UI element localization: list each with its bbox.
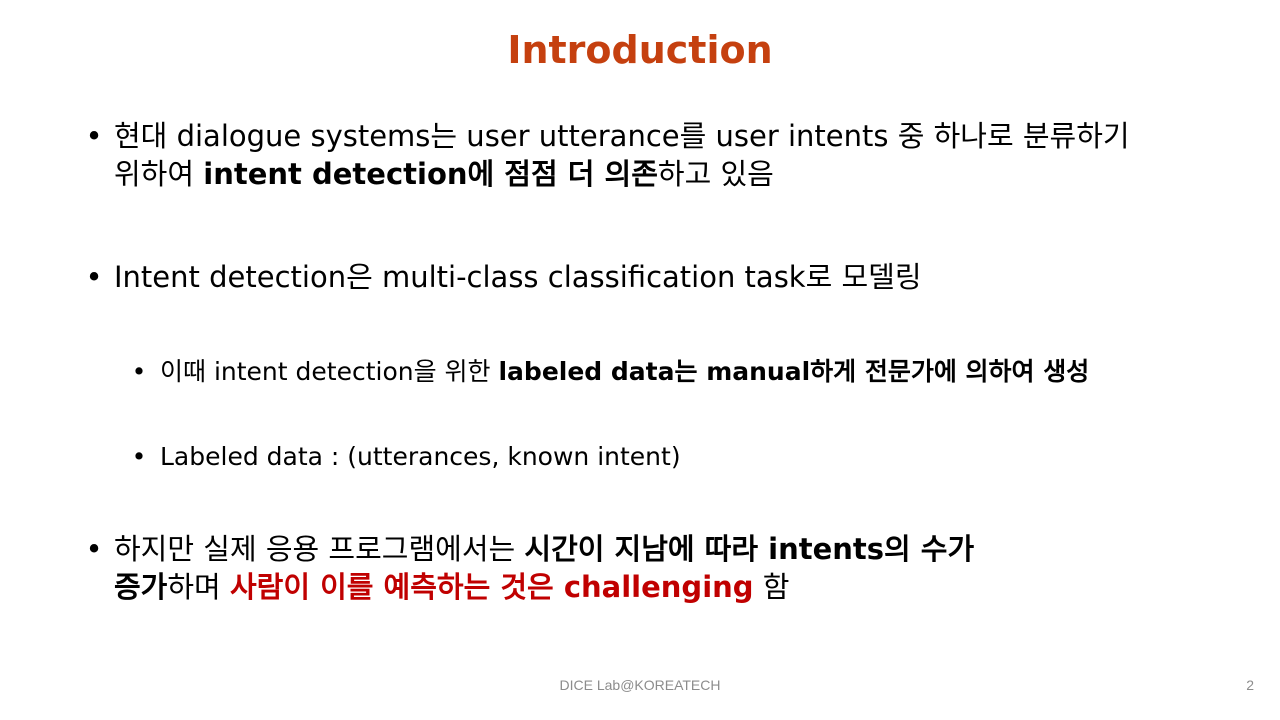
bullet-marker: • bbox=[85, 260, 103, 294]
plain-text: 위하여 bbox=[114, 157, 204, 191]
plain-text: 하며 bbox=[167, 570, 230, 604]
plain-text: 하고 있음 bbox=[657, 157, 774, 191]
bullet-marker: • bbox=[85, 119, 103, 153]
bullet-item-2: • Intent detection은 multi-class classifi… bbox=[74, 258, 922, 296]
plain-text: 함 bbox=[753, 570, 790, 604]
bullet-item-1: • 현대 dialogue systems는 user utterance를 u… bbox=[74, 117, 1130, 193]
bullet-text: 이때 intent detection을 위한 labeled data는 ma… bbox=[160, 355, 1089, 389]
slide-title: Introduction bbox=[507, 28, 773, 72]
bullet-line: 하지만 실제 응용 프로그램에서는 시간이 지남에 따라 intents의 수가 bbox=[114, 530, 974, 568]
bold-text: intent detection에 점점 더 의존 bbox=[203, 157, 658, 191]
bullet-line: 위하여 intent detection에 점점 더 의존하고 있음 bbox=[114, 155, 1130, 193]
sub-bullet-item-1: • 이때 intent detection을 위한 labeled data는 … bbox=[118, 355, 1090, 389]
bold-text: labeled data는 manual하게 전문가에 의하여 생성 bbox=[498, 357, 1090, 386]
bullet-text: Intent detection은 multi-class classifica… bbox=[114, 260, 922, 294]
slide: Introduction • 현대 dialogue systems는 user… bbox=[0, 0, 1280, 720]
bullet-marker: • bbox=[131, 357, 147, 386]
bullet-line: 현대 dialogue systems는 user utterance를 use… bbox=[114, 119, 1130, 153]
bullet-text: Labeled data : (utterances, known intent… bbox=[160, 442, 681, 471]
bullet-item-3: • 하지만 실제 응용 프로그램에서는 시간이 지남에 따라 intents의 … bbox=[74, 530, 974, 606]
plain-text: 이때 intent detection을 위한 bbox=[160, 357, 499, 386]
bullet-text: 현대 dialogue systems는 user utterance를 use… bbox=[114, 117, 1130, 193]
footer-lab-name: DICE Lab@KOREATECH bbox=[559, 677, 721, 693]
red-emphasis-text: 사람이 이를 예측하는 것은 challenging bbox=[229, 570, 754, 604]
bullet-marker: • bbox=[131, 442, 147, 471]
bullet-text: 하지만 실제 응용 프로그램에서는 시간이 지남에 따라 intents의 수가… bbox=[114, 530, 974, 606]
bold-text: 시간이 지남에 따라 intents의 수가 bbox=[524, 532, 975, 566]
bullet-line: 증가하며 사람이 이를 예측하는 것은 challenging 함 bbox=[114, 568, 974, 606]
bullet-marker: • bbox=[85, 532, 103, 566]
page-number: 2 bbox=[1246, 677, 1254, 693]
plain-text: 하지만 실제 응용 프로그램에서는 bbox=[114, 532, 525, 566]
sub-bullet-item-2: • Labeled data : (utterances, known inte… bbox=[118, 440, 681, 474]
bold-text: 증가 bbox=[114, 570, 168, 604]
